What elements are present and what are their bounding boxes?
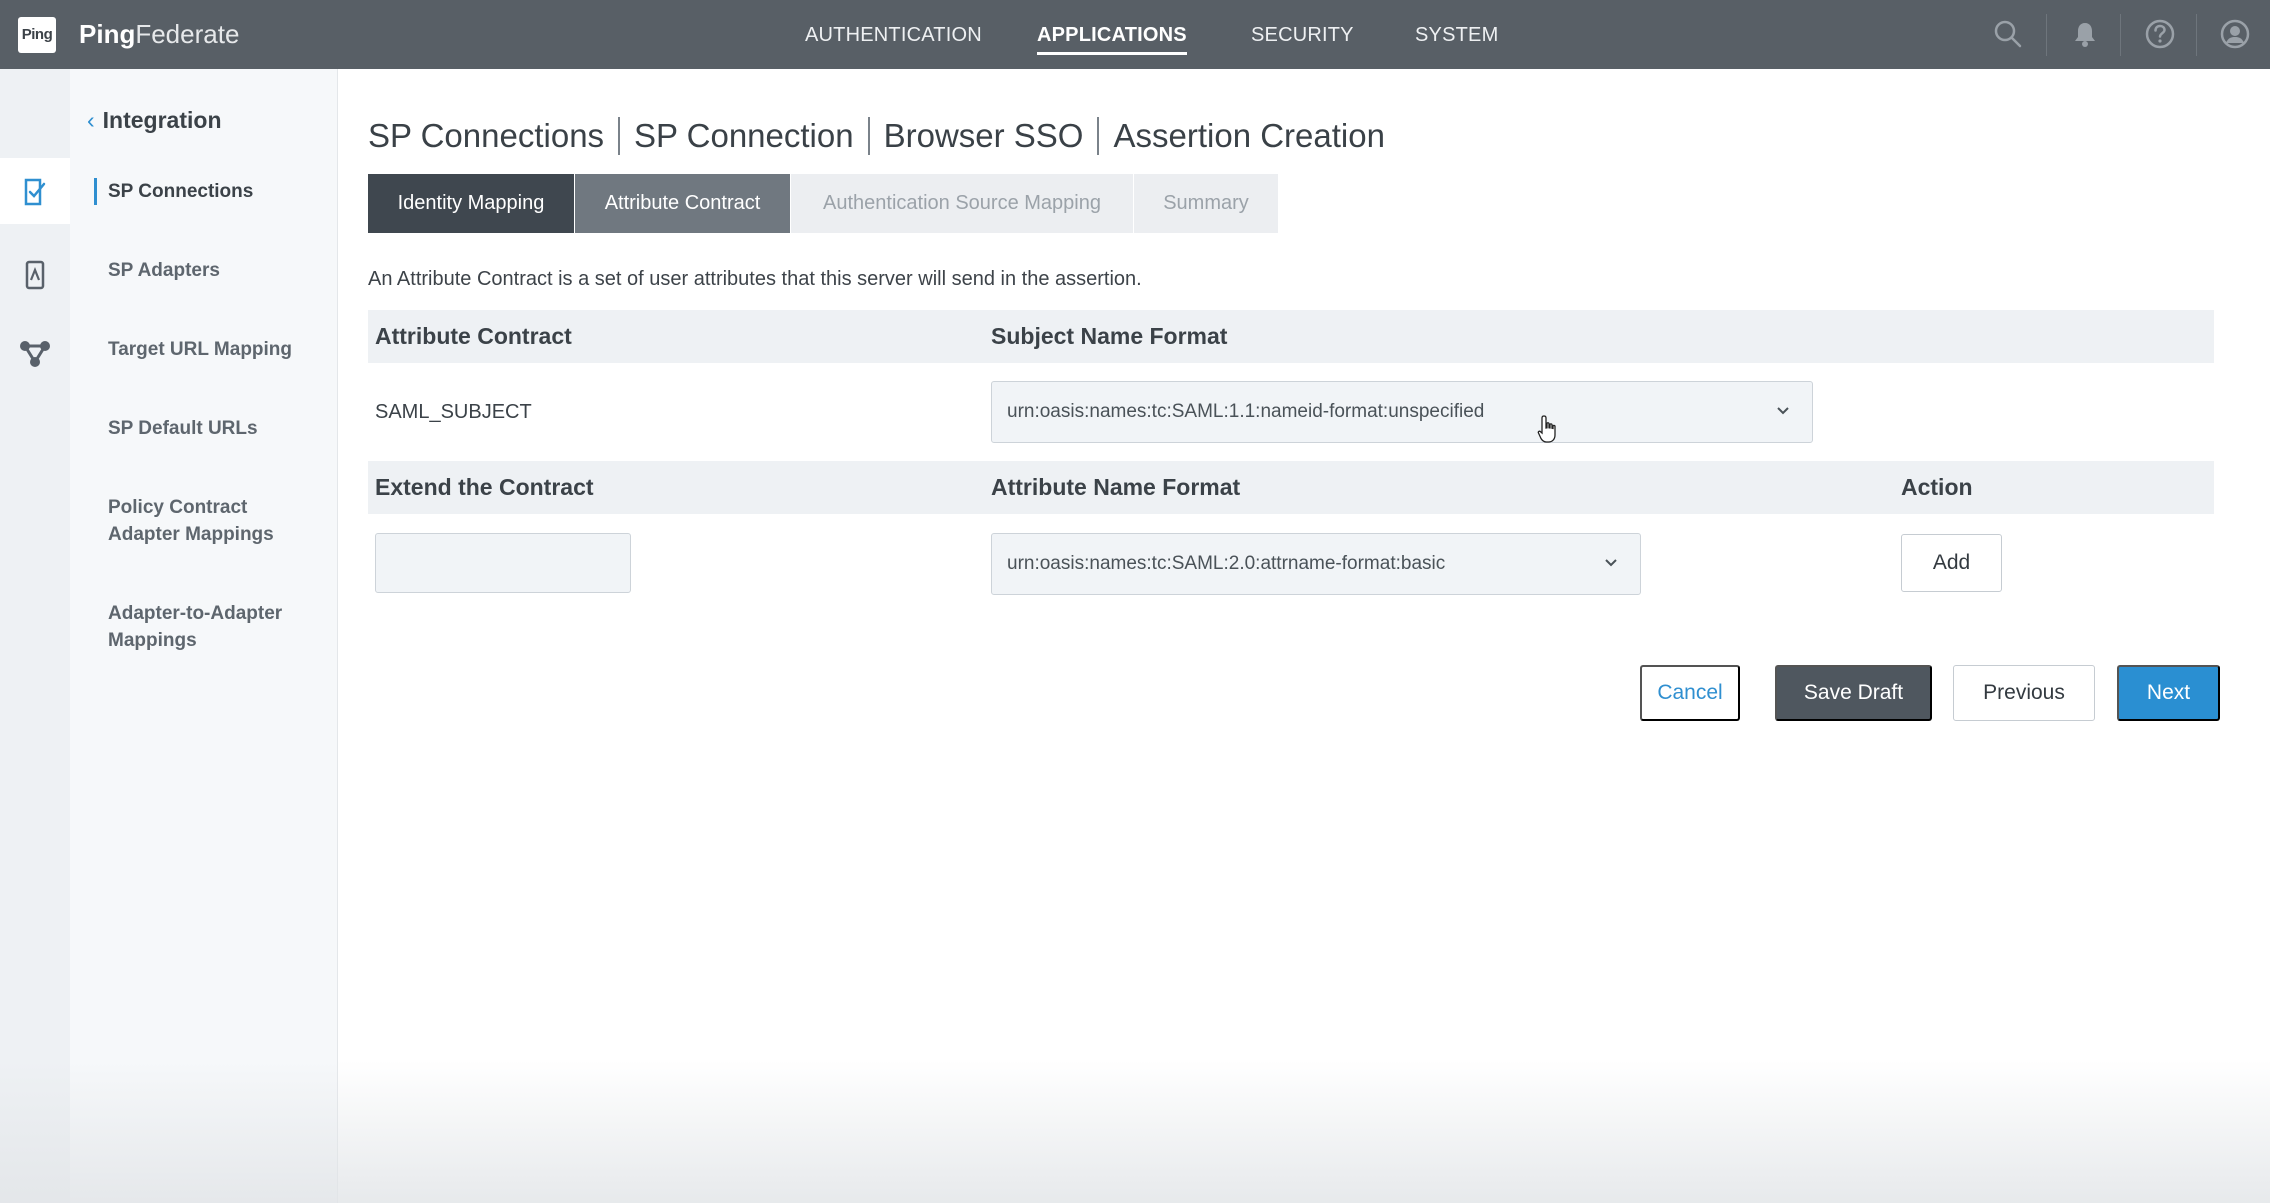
- user-icon[interactable]: [2218, 17, 2252, 51]
- column-header-subject-name-format: Subject Name Format: [991, 323, 1228, 349]
- attribute-name-format-select[interactable]: urn:oasis:names:tc:SAML:2.0:attrname-for…: [991, 533, 1641, 595]
- add-attribute-button[interactable]: Add: [1901, 534, 2002, 592]
- subject-name-format-select[interactable]: urn:oasis:names:tc:SAML:1.1:nameid-forma…: [991, 381, 1813, 443]
- column-header-attribute-name-format: Attribute Name Format: [991, 474, 1241, 500]
- header-divider: [2046, 14, 2047, 56]
- previous-button[interactable]: Previous: [1953, 665, 2095, 721]
- column-header-attribute-contract: Attribute Contract: [375, 323, 572, 349]
- chevron-down-icon: [1605, 559, 1617, 567]
- header-divider: [2196, 14, 2197, 56]
- integration-hub-icon[interactable]: [16, 335, 54, 373]
- column-header-action: Action: [1901, 474, 1973, 500]
- hand-cursor-icon: [1537, 415, 1556, 443]
- subject-name-format-value: urn:oasis:names:tc:SAML:1.1:nameid-forma…: [1007, 401, 1485, 422]
- search-icon[interactable]: [1991, 17, 2025, 51]
- sidebar-item-sp-connections[interactable]: SP Connections: [94, 178, 308, 205]
- column-header-extend-the-contract: Extend the Contract: [375, 474, 594, 500]
- nav-applications[interactable]: APPLICATIONS: [1037, 24, 1187, 55]
- sp-connections-icon[interactable]: [16, 172, 54, 210]
- tab-summary: Summary: [1134, 174, 1278, 233]
- chevron-down-icon: [1777, 407, 1789, 415]
- ping-logo[interactable]: Ping: [18, 17, 56, 53]
- integration-back-link[interactable]: ‹ Integration: [87, 107, 222, 134]
- bell-icon[interactable]: [2068, 17, 2102, 51]
- sidebar-item-sp-default-urls[interactable]: SP Default URLs: [108, 415, 308, 442]
- breadcrumb-separator: [867, 117, 870, 155]
- adapters-icon[interactable]: [16, 256, 54, 294]
- breadcrumb: SP Connections SP Connection Browser SSO…: [368, 117, 1385, 155]
- tab-identity-mapping[interactable]: Identity Mapping: [368, 174, 574, 233]
- nav-security[interactable]: SECURITY: [1251, 24, 1354, 47]
- help-icon[interactable]: [2143, 17, 2177, 51]
- product-name: PingFederate: [79, 19, 240, 49]
- tab-authentication-source-mapping: Authentication Source Mapping: [791, 174, 1133, 233]
- breadcrumb-assertion-creation: Assertion Creation: [1113, 117, 1385, 154]
- icon-rail: [0, 69, 70, 1203]
- tab-attribute-contract[interactable]: Attribute Contract: [575, 174, 790, 233]
- sidebar-item-target-url-mapping[interactable]: Target URL Mapping: [108, 336, 308, 363]
- save-draft-button[interactable]: Save Draft: [1775, 665, 1932, 721]
- header-divider: [2120, 14, 2121, 56]
- breadcrumb-sp-connection[interactable]: SP Connection: [634, 117, 854, 155]
- nav-system[interactable]: SYSTEM: [1415, 24, 1498, 47]
- sidebar-item-sp-adapters[interactable]: SP Adapters: [108, 257, 308, 284]
- bottom-shading: [0, 1060, 2270, 1203]
- attribute-name-format-value: urn:oasis:names:tc:SAML:2.0:attrname-for…: [1007, 553, 1446, 574]
- cancel-button[interactable]: Cancel: [1640, 665, 1740, 721]
- top-bar: Ping PingFederate AUTHENTICATION APPLICA…: [0, 0, 2270, 69]
- breadcrumb-sp-connections[interactable]: SP Connections: [368, 117, 604, 155]
- extend-contract-input[interactable]: [375, 533, 631, 593]
- contract-table-header: [368, 310, 2214, 363]
- breadcrumb-separator: [1097, 117, 1100, 155]
- next-button[interactable]: Next: [2117, 665, 2220, 721]
- breadcrumb-browser-sso[interactable]: Browser SSO: [884, 117, 1084, 155]
- sidebar-item-adapter-to-adapter-mappings[interactable]: Adapter-to-Adapter Mappings: [108, 600, 298, 654]
- nav-authentication[interactable]: AUTHENTICATION: [805, 24, 982, 47]
- page-description: An Attribute Contract is a set of user a…: [368, 268, 1142, 290]
- sidebar-item-policy-contract-adapter-mappings[interactable]: Policy Contract Adapter Mappings: [108, 494, 298, 548]
- attribute-name-cell: SAML_SUBJECT: [375, 401, 532, 423]
- breadcrumb-separator: [618, 117, 621, 155]
- chevron-left-icon: ‹: [87, 107, 95, 133]
